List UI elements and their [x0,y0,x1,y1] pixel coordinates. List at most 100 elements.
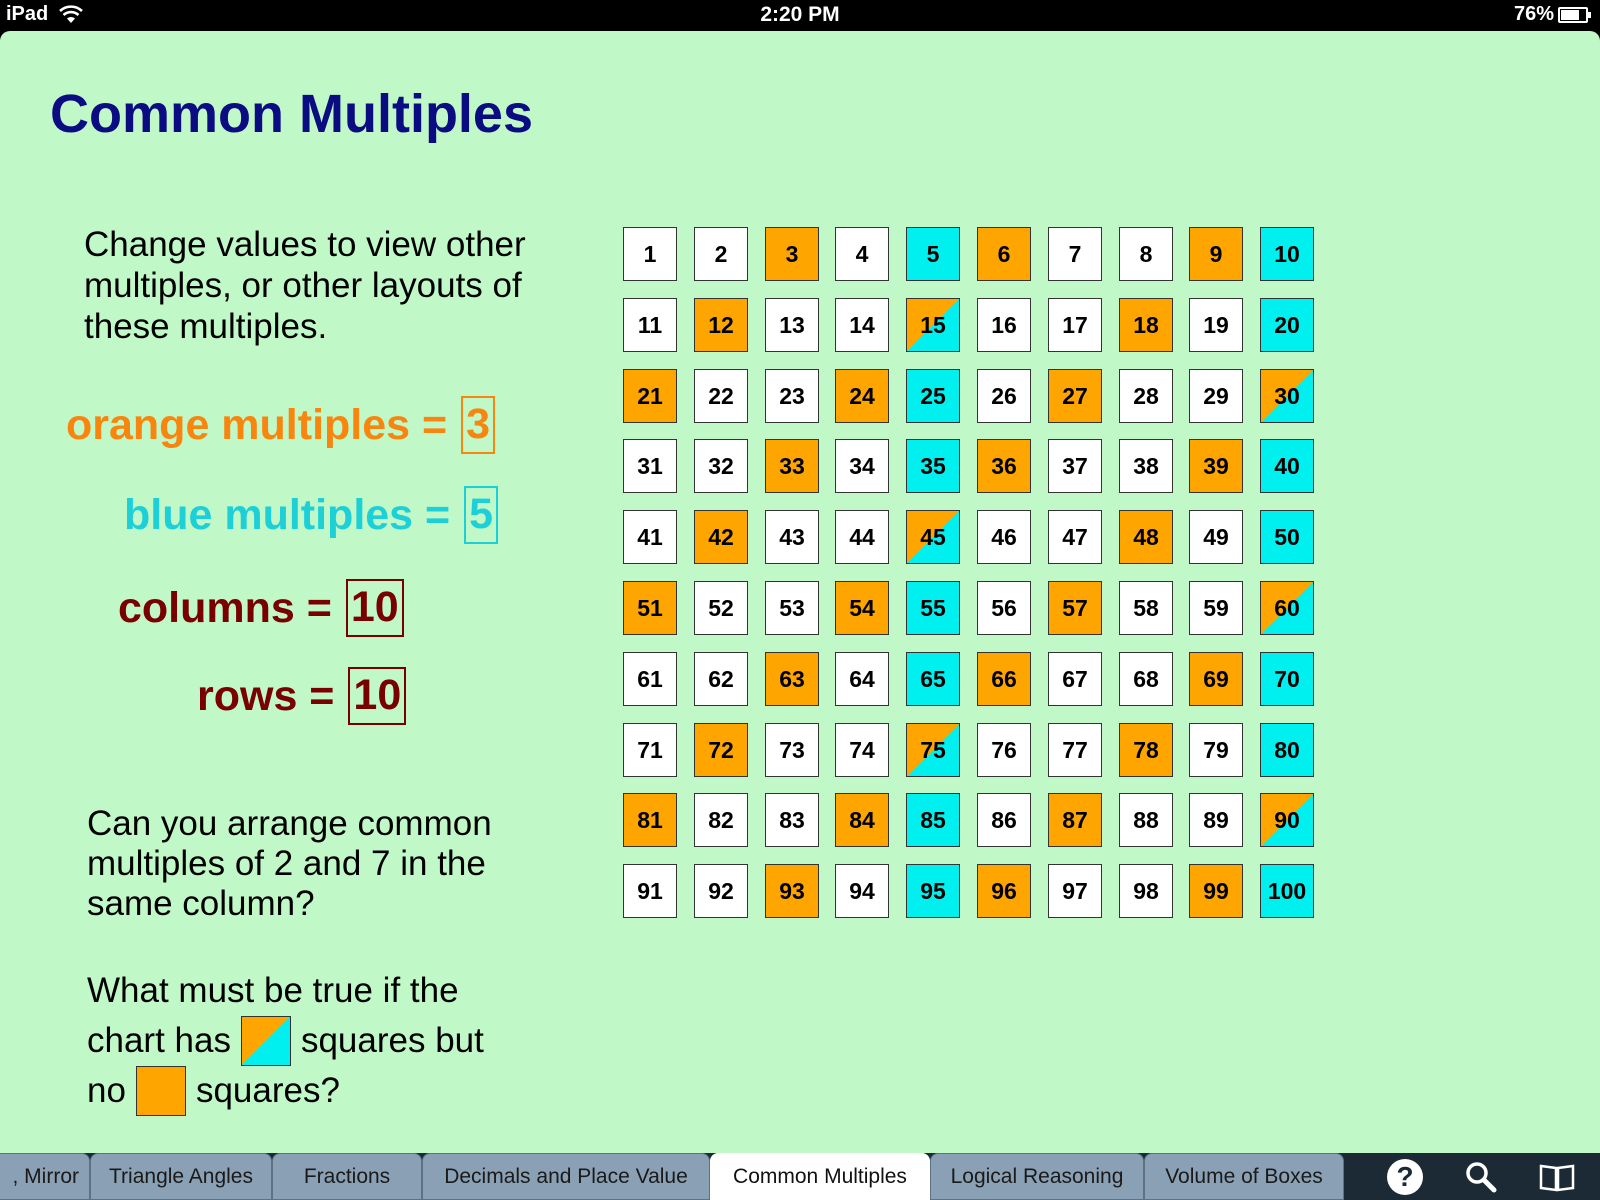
grid-cell: 71 [623,723,677,777]
grid-cell: 69 [1189,652,1243,706]
grid-cell: 43 [765,510,819,564]
grid-cell: 18 [1119,298,1173,352]
grid-cell: 67 [1048,652,1102,706]
orange-multiples-param: orange multiples = 3 [66,396,496,454]
grid-cell: 32 [694,439,748,493]
question-2-line-1: What must be true if the [87,966,557,1016]
question-2: What must be true if the chart has squar… [87,966,557,1116]
grid-cell: 17 [1048,298,1102,352]
question-2-text-3b: squares? [195,1071,340,1110]
columns-input[interactable]: 10 [345,579,404,637]
grid-cell: 63 [765,652,819,706]
grid-cell: 12 [694,298,748,352]
grid-cell: 29 [1189,369,1243,423]
grid-cell: 44 [835,510,889,564]
grid-cell: 85 [906,793,960,847]
grid-cell: 19 [1189,298,1243,352]
grid-cell: 49 [1189,510,1243,564]
grid-cell: 53 [765,581,819,635]
battery-icon [1558,7,1591,23]
grid-cell: 98 [1119,864,1173,918]
grid-cell: 13 [765,298,819,352]
tab-volume-of-boxes[interactable]: Volume of Boxes [1144,1153,1344,1200]
tab-label: Fractions [303,1164,391,1188]
grid-cell: 88 [1119,793,1173,847]
grid-cell: 75 [906,723,960,777]
blue-multiples-input[interactable]: 5 [464,486,499,544]
grid-cell: 51 [623,581,677,635]
grid-cell: 9 [1189,227,1243,281]
help-icon[interactable]: ? [1384,1157,1426,1197]
tab-label: Decimals and Place Value [444,1164,688,1188]
grid-cell: 87 [1048,793,1102,847]
grid-cell: 58 [1119,581,1173,635]
grid-cell: 56 [977,581,1031,635]
grid-cell: 10 [1260,227,1314,281]
grid-cell: 42 [694,510,748,564]
grid-cell: 83 [765,793,819,847]
grid-cell: 77 [1048,723,1102,777]
grid-cell: 64 [835,652,889,706]
grid-cell: 8 [1119,227,1173,281]
grid-cell: 39 [1189,439,1243,493]
grid-cell: 61 [623,652,677,706]
question-2-text-2b: squares but [300,1021,484,1060]
rows-input[interactable]: 10 [348,667,407,725]
grid-cell: 47 [1048,510,1102,564]
rows-label: rows = [197,671,335,720]
grid-cell: 82 [694,793,748,847]
grid-cell: 16 [977,298,1031,352]
question-2-text-2a: chart has [87,1021,231,1060]
search-icon[interactable] [1460,1157,1502,1197]
orange-multiples-input[interactable]: 3 [461,396,496,454]
grid-cell: 81 [623,793,677,847]
grid-cell: 73 [765,723,819,777]
grid-cell: 97 [1048,864,1102,918]
grid-cell: 70 [1260,652,1314,706]
status-bar: iPad 2:20 PM 76% [0,0,1600,31]
tab-label: , Mirror [12,1164,80,1188]
tab-label: Volume of Boxes [1165,1164,1323,1188]
grid-cell: 23 [765,369,819,423]
number-grid: 1 2 3 4 5 6 7 8 9 10 11 12 13 14 15 16 17 18 19 20 21 22 23 24 2… [623,227,1314,918]
columns-param: columns = 10 [118,579,404,637]
grid-cell: 15 [906,298,960,352]
grid-cell: 93 [765,864,819,918]
grid-cell: 65 [906,652,960,706]
question-2-line-2: chart has squares but [87,1016,557,1066]
tab-label: Logical Reasoning [950,1164,1124,1188]
orange-swatch [135,1066,186,1116]
page-title: Common Multiples [50,84,533,144]
tab-decimals-place-value[interactable]: Decimals and Place Value [422,1153,710,1200]
grid-cell: 57 [1048,581,1102,635]
tab-logical-reasoning[interactable]: Logical Reasoning [930,1153,1144,1200]
grid-cell: 84 [835,793,889,847]
grid-cell: 41 [623,510,677,564]
both-colors-swatch [240,1016,291,1066]
grid-cell: 55 [906,581,960,635]
book-icon[interactable] [1536,1157,1578,1197]
grid-cell: 36 [977,439,1031,493]
tab-mirror[interactable]: , Mirror [0,1153,90,1200]
grid-cell: 68 [1119,652,1173,706]
clock: 2:20 PM [760,3,840,26]
grid-cell: 79 [1189,723,1243,777]
grid-cell: 40 [1260,439,1314,493]
rows-param: rows = 10 [197,667,407,725]
grid-cell: 21 [623,369,677,423]
grid-cell: 89 [1189,793,1243,847]
tab-common-multiples[interactable]: Common Multiples [710,1153,930,1200]
grid-cell: 4 [835,227,889,281]
grid-cell: 46 [977,510,1031,564]
grid-cell: 34 [835,439,889,493]
tab-fractions[interactable]: Fractions [272,1153,422,1200]
tab-label: Triangle Angles [109,1164,253,1188]
grid-cell: 60 [1260,581,1314,635]
grid-cell: 3 [765,227,819,281]
lesson-page: Common Multiples Change values to view o… [0,31,1600,1153]
tab-triangle-angles[interactable]: Triangle Angles [90,1153,272,1200]
grid-cell: 52 [694,581,748,635]
grid-cell: 94 [835,864,889,918]
grid-cell: 96 [977,864,1031,918]
grid-cell: 37 [1048,439,1102,493]
